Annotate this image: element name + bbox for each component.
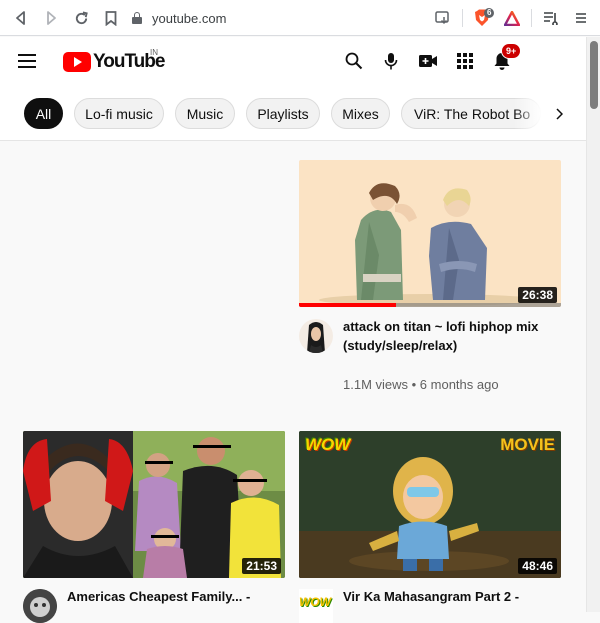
chip-mixes[interactable]: Mixes — [331, 98, 390, 129]
reload-button[interactable] — [66, 0, 96, 36]
playlist-icon — [544, 12, 558, 25]
apps-icon — [457, 53, 473, 69]
bookmark-icon — [105, 10, 117, 26]
chevron-right-icon — [556, 107, 563, 120]
browser-menu-button[interactable] — [566, 0, 596, 36]
brave-shields-button[interactable]: 6 — [467, 0, 497, 36]
forward-button[interactable] — [36, 0, 66, 36]
video-title[interactable]: Americas Cheapest Family... - — [67, 587, 277, 606]
video-duration: 21:53 — [242, 558, 281, 574]
address-bar[interactable]: youtube.com — [132, 5, 452, 31]
back-button[interactable] — [6, 0, 36, 36]
search-icon — [345, 52, 363, 70]
chip-label: Music — [186, 105, 224, 122]
chip-lofi-music[interactable]: Lo-fi music — [74, 98, 164, 129]
scrollbar-thumb[interactable] — [590, 41, 598, 109]
mic-icon — [384, 52, 398, 69]
channel-avatar[interactable]: WOW — [299, 589, 333, 623]
brave-rewards-icon — [504, 10, 520, 26]
chips-next-button[interactable] — [548, 98, 570, 129]
wow-logo-badge: WOW — [305, 435, 351, 454]
video-thumbnail[interactable]: WOW MOVIE 48:46 — [299, 431, 561, 578]
channel-avatar[interactable] — [23, 589, 57, 623]
video-metadata: 1.1M views • 6 months ago — [343, 377, 499, 392]
guide-menu-button[interactable] — [18, 54, 36, 68]
video-thumbnail[interactable]: 21:53 — [23, 431, 285, 578]
video-duration: 48:46 — [518, 558, 557, 574]
bookmark-button[interactable] — [96, 0, 126, 36]
wow-channel-logo: WOW — [299, 595, 331, 609]
chip-playlists[interactable]: Playlists — [246, 98, 320, 129]
country-code: IN — [150, 48, 158, 57]
youtube-play-icon — [63, 52, 91, 72]
channel-avatar-image — [23, 589, 57, 623]
video-title[interactable]: Vir Ka Mahasangram Part 2 - — [343, 587, 553, 606]
page-scrollbar[interactable] — [586, 37, 600, 612]
browser-toolbar: youtube.com 6 — [0, 0, 600, 36]
toolbar-separator — [462, 9, 463, 27]
chip-music[interactable]: Music — [175, 98, 235, 129]
chip-label: All — [35, 105, 52, 122]
notification-badge: 9+ — [501, 43, 522, 59]
url-text: youtube.com — [152, 10, 227, 26]
chip-label: ViR: The Robot Bo — [414, 105, 531, 122]
apps-button[interactable] — [453, 49, 477, 73]
video-title[interactable]: attack on titan ~ lofi hiphop mix (study… — [343, 317, 553, 355]
chip-label: Playlists — [257, 105, 309, 122]
chip-all[interactable]: All — [24, 98, 63, 129]
brave-rewards-button[interactable] — [497, 0, 527, 36]
video-thumbnail[interactable]: 26:38 — [299, 160, 561, 307]
anime-characters-illustration — [319, 183, 539, 306]
channel-avatar[interactable] — [299, 319, 333, 353]
chip-label: Lo-fi music — [85, 105, 153, 122]
watch-progress-bar — [299, 303, 396, 307]
family-photo-thumbnail — [23, 431, 285, 578]
install-icon — [435, 11, 449, 25]
brave-shield-count: 6 — [484, 8, 495, 18]
chip-label: Mixes — [342, 105, 379, 122]
reload-icon — [75, 10, 88, 24]
lock-icon — [132, 12, 142, 24]
movie-badge: MOVIE — [500, 435, 555, 454]
forward-icon — [47, 11, 56, 25]
media-queue-button[interactable] — [536, 0, 566, 36]
chips-bar: All Lo-fi music Music Playlists Mixes Vi… — [0, 85, 586, 141]
channel-avatar-image — [307, 322, 325, 353]
toolbar-separator — [531, 9, 532, 27]
install-app-button[interactable] — [428, 0, 458, 36]
notifications-button[interactable]: 9+ — [490, 43, 522, 73]
youtube-masthead: YouTube IN 9+ — [0, 37, 586, 85]
back-icon — [16, 11, 25, 25]
menu-icon — [576, 13, 586, 23]
create-button[interactable] — [416, 49, 440, 73]
voice-search-button[interactable] — [379, 49, 403, 73]
search-button[interactable] — [342, 49, 366, 73]
create-video-icon — [419, 55, 437, 67]
video-duration: 26:38 — [518, 287, 557, 303]
extension-area: 6 — [428, 0, 600, 36]
